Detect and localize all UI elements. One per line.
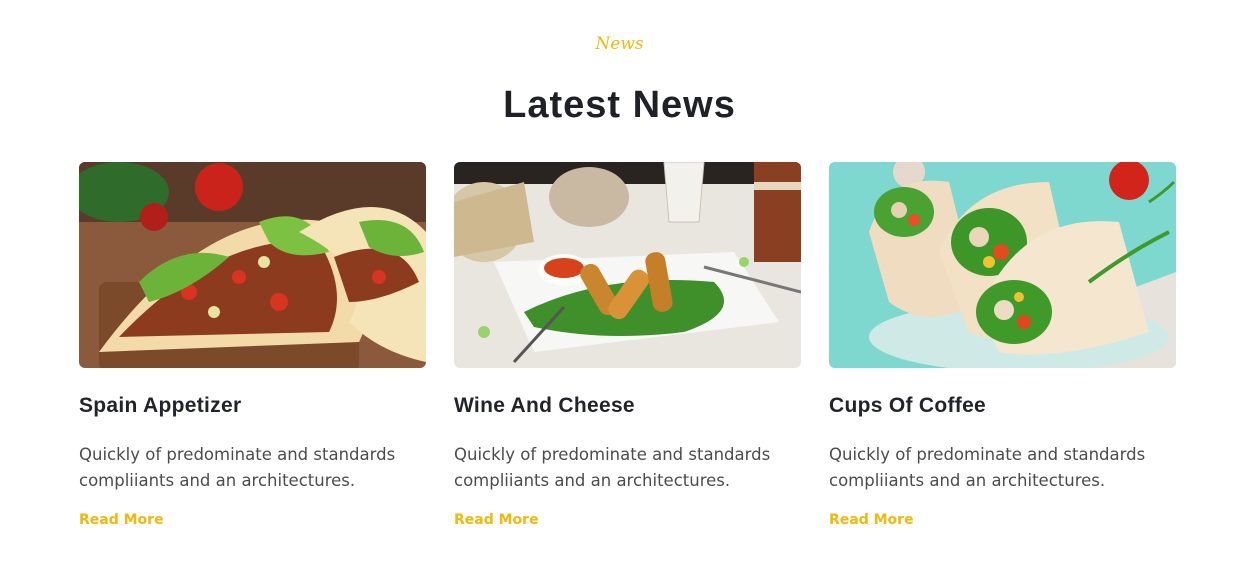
news-card-title[interactable]: Cups Of Coffee [829,394,1176,418]
news-card-image-tacos[interactable] [79,162,426,368]
news-cards: Spain Appetizer Quickly of predominate a… [79,162,1176,528]
wraps-photo-icon [829,162,1176,368]
news-card-image-cheese[interactable] [454,162,801,368]
news-card-excerpt: Quickly of predominate and standards com… [829,445,1146,490]
read-more-link[interactable]: Read More [454,512,539,528]
latest-news-section: News Latest News Spain Appetizer Quickly… [0,0,1239,580]
read-more-link[interactable]: Read More [79,512,164,528]
tacos-photo-icon [79,162,426,368]
read-more-link[interactable]: Read More [829,512,914,528]
news-card: Cups Of Coffee Quickly of predominate an… [829,162,1176,528]
news-card-excerpt: Quickly of predominate and standards com… [79,445,396,490]
news-card-excerpt: Quickly of predominate and standards com… [454,445,771,490]
news-card-title[interactable]: Wine And Cheese [454,394,801,418]
section-title: Latest News [503,84,736,126]
news-card: Wine And Cheese Quickly of predominate a… [454,162,801,528]
section-eyebrow: News [595,34,644,54]
news-card: Spain Appetizer Quickly of predominate a… [79,162,426,528]
news-card-title[interactable]: Spain Appetizer [79,394,426,418]
news-card-image-wraps[interactable] [829,162,1176,368]
fried-cheese-sticks-photo-icon [454,162,801,368]
